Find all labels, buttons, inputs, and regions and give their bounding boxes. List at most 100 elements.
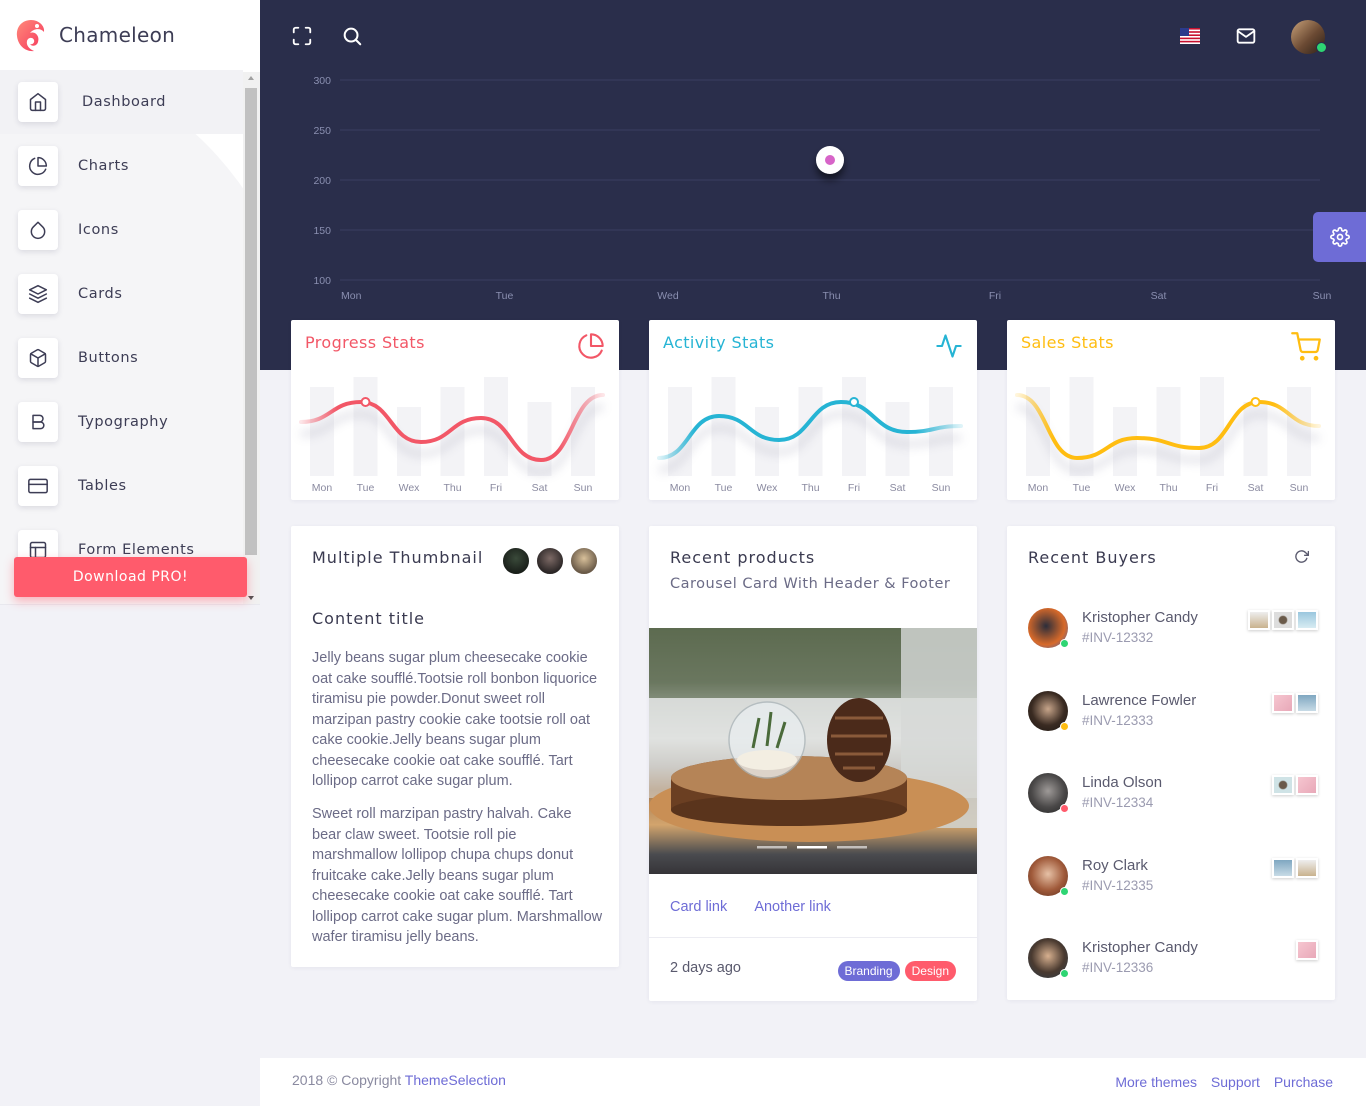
product-thumbnails: [1272, 858, 1318, 878]
card-title: Progress Stats: [305, 333, 425, 352]
highlight-point[interactable]: [1250, 397, 1261, 407]
activity-icon: [935, 332, 963, 364]
buyer-item[interactable]: Roy Clark #INV-12335: [1028, 856, 1318, 900]
product-thumb[interactable]: [1272, 610, 1294, 630]
product-image: [649, 628, 977, 849]
day-label: Sat: [890, 482, 906, 494]
status-dot: [1060, 969, 1069, 978]
droplet-icon: [18, 210, 58, 250]
day-label: Mon: [312, 482, 333, 494]
buyer-item[interactable]: Lawrence Fowler #INV-12333: [1028, 691, 1318, 735]
scroll-up-icon[interactable]: [248, 76, 254, 80]
product-thumb[interactable]: [1272, 858, 1294, 878]
product-thumb[interactable]: [1248, 610, 1270, 630]
product-carousel[interactable]: [649, 628, 977, 874]
bar: [484, 377, 508, 476]
scroll-down-icon[interactable]: [248, 596, 254, 600]
progress-stats-card: Progress Stats Mon Tue Wex Thu Fri Sat Sun: [291, 320, 619, 500]
sidebar-item-dashboard[interactable]: Dashboard: [0, 70, 243, 134]
bar: [353, 377, 378, 476]
buyer-invoice: #INV-12332: [1082, 630, 1154, 645]
refresh-icon[interactable]: [1294, 549, 1310, 568]
sidebar-item-label: Form Elements: [78, 542, 195, 558]
sidebar-item-label: Typography: [78, 414, 169, 430]
sales-stats-card: Sales Stats Mon Tue Wex Thu Fri Sat Sun: [1007, 320, 1335, 500]
product-thumb[interactable]: [1272, 775, 1294, 795]
day-label: Fri: [848, 482, 860, 494]
day-label: Tue: [357, 482, 375, 494]
purchase-link[interactable]: Purchase: [1274, 1074, 1333, 1090]
buyer-item[interactable]: Kristopher Candy #INV-12332: [1028, 608, 1318, 652]
product-thumb[interactable]: [1296, 858, 1318, 878]
sidebar-item-typography[interactable]: Typography: [0, 390, 243, 454]
more-themes-link[interactable]: More themes: [1115, 1074, 1197, 1090]
us-flag-icon[interactable]: [1180, 28, 1200, 44]
main-line-chart: 300 250 200 150 100 Mon Tue Wed Thu Fri Sat Sun: [313, 75, 1331, 302]
sidebar-item-buttons[interactable]: Buttons: [0, 326, 243, 390]
sidebar-item-label: Charts: [78, 158, 130, 174]
x-tick-label: Sat: [1151, 290, 1167, 302]
day-label: Sun: [574, 482, 593, 494]
card-link[interactable]: Card link: [670, 899, 727, 915]
highlight-point[interactable]: [849, 397, 859, 407]
sidebar: Chameleon Dashboard Charts Icons Cards B…: [0, 0, 260, 605]
carousel-indicator[interactable]: [837, 846, 867, 849]
recent-products-card: Recent products Carousel Card With Heade…: [649, 526, 977, 1001]
carousel-indicator-active[interactable]: [797, 846, 827, 849]
day-label: Mon: [670, 482, 691, 494]
footer-links: More themes Support Purchase: [1115, 1074, 1333, 1090]
carousel-indicator[interactable]: [757, 846, 787, 849]
copyright-text: 2018 © Copyright: [292, 1072, 402, 1088]
box-icon: [18, 338, 58, 378]
sidebar-item-cards[interactable]: Cards: [0, 262, 243, 326]
bold-icon: [18, 402, 58, 442]
highlight-point[interactable]: [360, 397, 371, 407]
themeselection-link[interactable]: ThemeSelection: [405, 1072, 506, 1088]
sidebar-item-charts[interactable]: Charts: [0, 134, 243, 198]
buyer-item[interactable]: Kristopher Candy #INV-12336: [1028, 938, 1318, 982]
product-thumb[interactable]: [1296, 693, 1318, 713]
product-thumbnails: [1272, 693, 1318, 713]
support-link[interactable]: Support: [1211, 1074, 1260, 1090]
home-icon: [18, 82, 58, 122]
scrollbar-thumb[interactable]: [245, 88, 257, 555]
top-header: 300 250 200 150 100 Mon Tue Wed Thu Fri Sat Sun: [260, 0, 1366, 370]
buyer-name: Kristopher Candy: [1082, 939, 1198, 956]
day-label: Thu: [443, 482, 461, 494]
another-link[interactable]: Another link: [754, 899, 831, 915]
pie-chart-icon: [18, 146, 58, 186]
avatar[interactable]: [535, 546, 565, 576]
avatar[interactable]: [569, 546, 599, 576]
product-thumb[interactable]: [1296, 775, 1318, 795]
product-thumb[interactable]: [1296, 940, 1318, 960]
y-tick-label: 300: [313, 75, 331, 87]
brand[interactable]: Chameleon: [0, 0, 260, 70]
chameleon-logo-icon: [16, 20, 45, 52]
multiple-thumbnail-card: Multiple Thumbnail Content title Jelly b…: [291, 526, 619, 967]
y-tick-label: 150: [313, 225, 331, 237]
x-tick-label: Mon: [341, 290, 362, 302]
card-title: Multiple Thumbnail: [312, 548, 484, 567]
search-icon[interactable]: [340, 24, 364, 48]
day-label: Sat: [532, 482, 548, 494]
mail-icon[interactable]: [1234, 25, 1258, 47]
footer: 2018 © Copyright ThemeSelection More the…: [260, 1058, 1366, 1106]
download-pro-button[interactable]: Download PRO!: [14, 557, 247, 597]
buyer-item[interactable]: Linda Olson #INV-12334: [1028, 773, 1318, 817]
buyer-name: Kristopher Candy: [1082, 609, 1198, 626]
product-thumb[interactable]: [1272, 693, 1294, 713]
sidebar-item-icons[interactable]: Icons: [0, 198, 243, 262]
sidebar-item-tables[interactable]: Tables: [0, 454, 243, 518]
product-thumb[interactable]: [1296, 610, 1318, 630]
day-label: Thu: [1159, 482, 1177, 494]
fullscreen-icon[interactable]: [290, 24, 314, 48]
buyer-invoice: #INV-12334: [1082, 795, 1154, 810]
sidebar-scrollbar[interactable]: [243, 72, 260, 604]
brand-name: Chameleon: [59, 23, 176, 47]
badge-group: Branding Design: [837, 960, 956, 981]
shopping-cart-icon: [1291, 332, 1321, 366]
settings-button[interactable]: [1313, 212, 1366, 262]
avatar[interactable]: [501, 546, 531, 576]
x-tick-label: Wed: [657, 290, 679, 302]
user-avatar[interactable]: [1291, 20, 1327, 54]
